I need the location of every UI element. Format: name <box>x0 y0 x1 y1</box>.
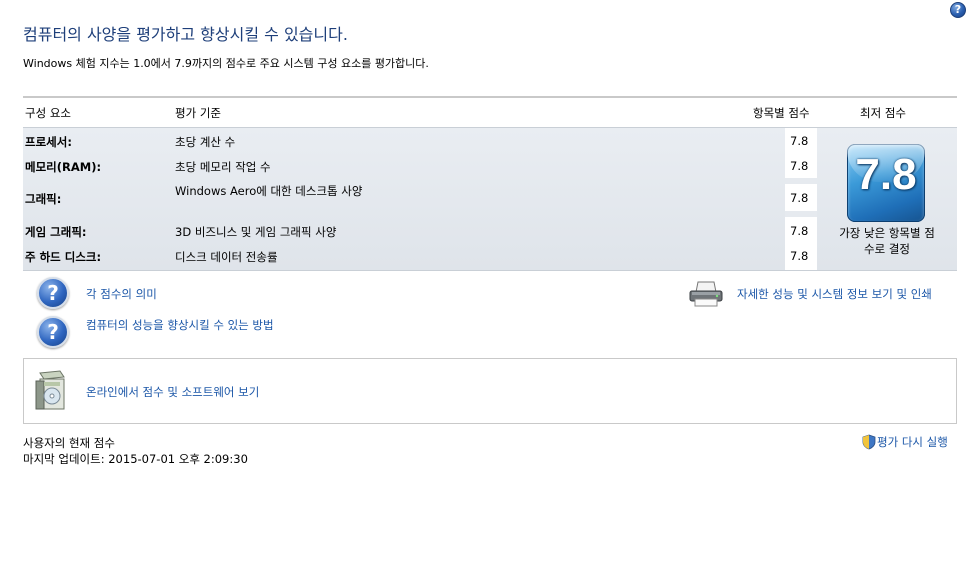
base-score-value: 7.8 <box>855 150 917 199</box>
score-separator <box>785 211 817 217</box>
base-score-caption: 가장 낮은 항목별 점수로 결정 <box>839 226 935 256</box>
row-criteria-memory: 초당 메모리 작업 수 <box>175 160 271 174</box>
row-component-processor: 프로세서: <box>25 135 72 149</box>
row-score-processor: 7.8 <box>790 134 809 148</box>
link-online-scores[interactable]: 온라인에서 점수 및 소프트웨어 보기 <box>86 384 259 400</box>
row-criteria-disk: 디스크 데이터 전송률 <box>175 250 278 264</box>
row-component-memory: 메모리(RAM): <box>25 160 102 174</box>
help-icon[interactable]: ? <box>950 2 966 18</box>
row-criteria-graphics: Windows Aero에 대한 데스크톱 사양 <box>175 184 363 198</box>
page-description: Windows 체험 지수는 1.0에서 7.9까지의 점수로 주요 시스템 구… <box>23 57 429 70</box>
row-score-gaming: 7.8 <box>790 224 809 238</box>
row-criteria-gaming: 3D 비즈니스 및 게임 그래픽 사양 <box>175 225 337 239</box>
row-score-memory: 7.8 <box>790 159 809 173</box>
table-body: 프로세서: 초당 계산 수 7.8 메모리(RAM): 초당 메모리 작업 수 … <box>23 127 957 271</box>
row-component-disk: 주 하드 디스크: <box>25 250 102 264</box>
row-component-graphics: 그래픽: <box>25 192 62 206</box>
last-update-text: 마지막 업데이트: 2015-07-01 오후 2:09:30 <box>23 452 248 466</box>
link-detailed-info[interactable]: 자세한 성능 및 시스템 정보 보기 및 인쇄 <box>737 286 932 302</box>
online-panel: 온라인에서 점수 및 소프트웨어 보기 <box>23 358 957 424</box>
score-separator <box>785 178 817 184</box>
row-component-gaming: 게임 그래픽: <box>25 225 87 239</box>
rerun-label[interactable]: 평가 다시 실행 <box>877 434 948 450</box>
current-score-label: 사용자의 현재 점수 <box>23 436 115 450</box>
base-score-badge: 7.8 <box>847 144 925 222</box>
link-improve-performance[interactable]: 컴퓨터의 성능을 향상시킬 수 있는 방법 <box>86 317 274 333</box>
uac-shield-icon <box>862 434 876 450</box>
header-component: 구성 요소 <box>25 106 71 120</box>
row-score-disk: 7.8 <box>790 249 809 263</box>
header-basescore: 최저 점수 <box>860 106 906 120</box>
question-icon[interactable]: ? <box>37 316 69 348</box>
row-criteria-processor: 초당 계산 수 <box>175 135 236 149</box>
link-score-meaning[interactable]: 각 점수의 의미 <box>86 286 157 302</box>
header-subscore: 항목별 점수 <box>753 106 810 120</box>
page-title: 컴퓨터의 사양을 평가하고 향상시킬 수 있습니다. <box>23 25 348 44</box>
table-top-divider <box>23 96 957 98</box>
question-icon[interactable]: ? <box>37 277 69 309</box>
row-score-graphics: 7.8 <box>790 191 809 205</box>
header-criteria: 평가 기준 <box>175 106 221 120</box>
software-box-icon <box>35 370 65 410</box>
printer-icon[interactable] <box>688 280 724 308</box>
